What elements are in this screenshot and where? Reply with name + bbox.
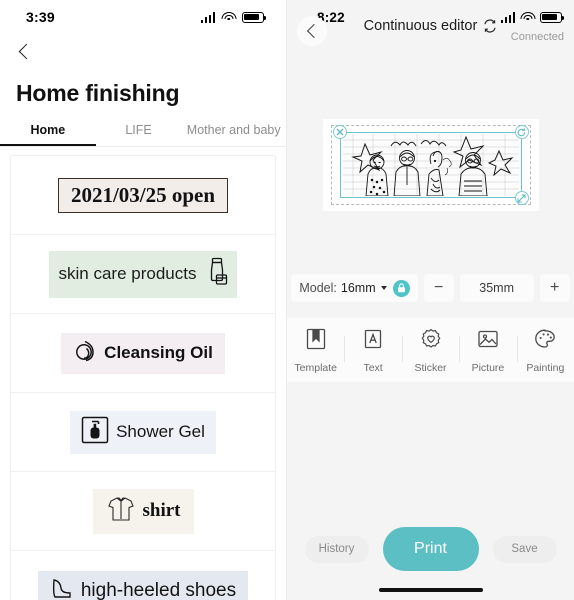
list-item[interactable]: skin care products (11, 235, 275, 314)
list-item[interactable]: high-heeled shoes (11, 551, 275, 600)
right-nav-bar: Continuous editor Connected (287, 16, 574, 60)
tool-picture[interactable]: Picture (459, 327, 516, 374)
list-item[interactable]: Cleansing Oil (11, 314, 275, 393)
tool-label: Template (294, 361, 337, 374)
model-size-controls: Model: 16mm − 35mm + (287, 270, 574, 302)
close-icon[interactable] (332, 125, 347, 139)
list-item-label: Shower Gel (116, 422, 205, 441)
battery-icon (242, 11, 267, 23)
tab-mother-and-baby[interactable]: Mother and baby (181, 123, 286, 146)
tool-label: Sticker (414, 361, 447, 374)
list-item-label: 2021/03/25 open (70, 182, 216, 207)
status-icons (200, 11, 267, 23)
sync-icon[interactable] (483, 19, 497, 33)
cleansing-oil-icon (73, 339, 97, 368)
wifi-icon (221, 11, 236, 23)
nav-title: Continuous editor (363, 18, 478, 34)
left-phone-panel: 3:39 Home finishing Home LIFE Mother and… (0, 0, 287, 600)
list-item-label: skin care products (58, 264, 197, 283)
list-item[interactable]: 2021/03/25 open (11, 156, 275, 235)
caret-down-icon[interactable] (380, 286, 387, 290)
text-a-icon (361, 327, 385, 356)
template-list-card: 2021/03/25 open skin care products Clean… (10, 155, 276, 600)
selection-box (339, 132, 522, 198)
left-back-row (0, 34, 286, 74)
left-status-bar: 3:39 (0, 0, 286, 34)
home-indicator (378, 588, 483, 592)
tool-sticker[interactable]: Sticker (401, 327, 459, 374)
tool-label: Picture (471, 361, 505, 374)
editor-canvas-area[interactable] (287, 60, 574, 270)
picture-icon (476, 327, 500, 356)
tool-text[interactable]: Text (344, 327, 401, 374)
save-button[interactable]: Save (492, 535, 557, 563)
template-list: 2021/03/25 open skin care products Clean… (0, 147, 286, 600)
list-item[interactable]: shirt (11, 472, 275, 551)
label-chip-date[interactable]: 2021/03/25 open (57, 177, 229, 213)
palette-icon (533, 327, 557, 356)
model-selector[interactable]: Model: 16mm (291, 274, 418, 302)
category-tabs: Home LIFE Mother and baby (0, 123, 286, 146)
resize-handle-icon[interactable] (514, 191, 529, 205)
action-buttons: History Print Save (287, 516, 574, 571)
history-button[interactable]: History (304, 535, 369, 563)
decrease-size-button[interactable]: − (423, 274, 454, 302)
label-chip-skincare[interactable]: skin care products (48, 250, 238, 298)
print-button[interactable]: Print (382, 527, 479, 571)
pump-bottle-icon (81, 416, 109, 449)
lotion-bottle-icon (203, 257, 229, 292)
canvas-sheet[interactable] (322, 119, 539, 211)
high-heel-icon (50, 576, 74, 600)
tool-label: Text (363, 361, 383, 374)
bookmark-icon (304, 327, 328, 356)
model-label: Model: (299, 281, 337, 295)
size-value[interactable]: 35mm (459, 274, 534, 302)
label-chip-cleansing-oil[interactable]: Cleansing Oil (61, 332, 225, 374)
label-chip-shower-gel[interactable]: Shower Gel (70, 410, 216, 454)
list-item-label: high-heeled shoes (80, 579, 237, 600)
sticker-heart-icon (419, 327, 443, 356)
tool-template[interactable]: Template (287, 327, 344, 374)
list-item[interactable]: Shower Gel (11, 393, 275, 472)
label-chip-shirt[interactable]: shirt (92, 488, 194, 534)
signal-bars-icon (200, 12, 215, 23)
list-item-label: shirt (142, 500, 181, 521)
tab-active-underline (0, 143, 96, 146)
right-phone-panel: 8:22 Continuous editor Connected Model: … (287, 0, 574, 600)
list-item-label: Cleansing Oil (104, 343, 213, 362)
bottom-action-bar: History Print Save (287, 516, 574, 600)
status-time: 3:39 (26, 9, 55, 25)
lock-icon[interactable] (392, 279, 410, 297)
editor-toolbar: Template Text Sticker Picture Painting (287, 318, 574, 382)
connection-status: Connected (510, 31, 564, 43)
shirt-icon (106, 494, 136, 529)
tool-label: Painting (526, 361, 565, 374)
chevron-left-icon[interactable] (16, 44, 32, 60)
tool-painting[interactable]: Painting (516, 327, 574, 374)
page-title: Home finishing (16, 80, 180, 106)
tab-life[interactable]: LIFE (96, 123, 182, 146)
dual-phone-screenshot: 3:39 Home finishing Home LIFE Mother and… (0, 0, 574, 600)
model-value: 16mm (340, 281, 376, 295)
rotate-icon[interactable] (514, 125, 529, 139)
label-chip-high-heeled-shoes[interactable]: high-heeled shoes (37, 571, 249, 600)
increase-size-button[interactable]: + (539, 274, 570, 302)
